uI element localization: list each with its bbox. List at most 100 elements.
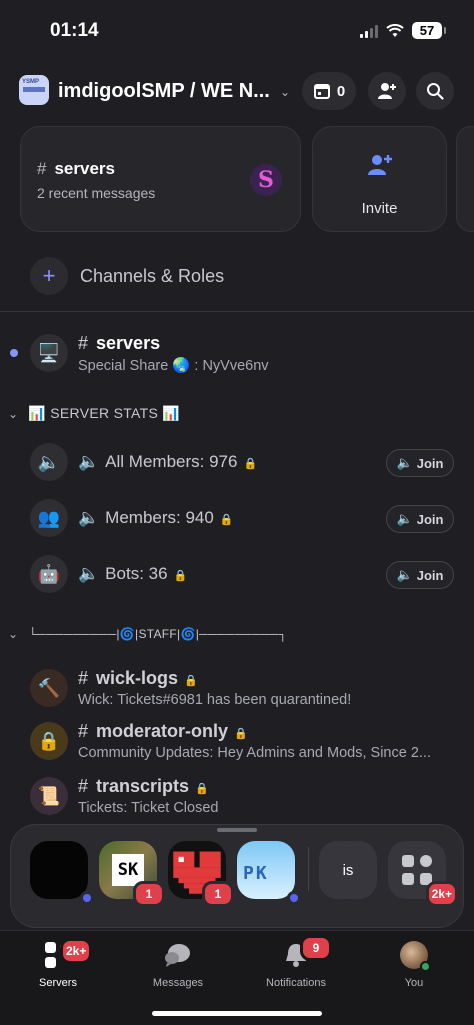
add-user-icon xyxy=(368,155,392,175)
channel-row-transcripts[interactable]: 📜 # transcripts 🔒 Tickets: Ticket Closed xyxy=(0,772,474,822)
server-icon-heart[interactable]: 1 xyxy=(168,841,234,907)
messages-icon xyxy=(165,944,190,967)
plus-icon: + xyxy=(30,257,68,295)
speaker-icon: 🔈 xyxy=(78,508,100,527)
channel-avatar: 🔈 xyxy=(30,443,68,481)
mention-badge: 2k+ xyxy=(60,938,93,964)
invite-label: Invite xyxy=(361,200,398,217)
channel-last-message: Community Updates: Hey Admins and Mods, … xyxy=(78,745,431,761)
lock-icon: 🔒 xyxy=(195,783,209,795)
channel-row-wick-logs[interactable]: 🔨 # wick-logs 🔒 Wick: Tickets#6981 has bee… xyxy=(0,664,474,714)
card-channel-name: servers xyxy=(54,159,115,178)
events-count: 0 xyxy=(336,82,346,100)
wifi-icon xyxy=(386,23,404,37)
tab-notifications[interactable]: 9 Notifications xyxy=(246,935,346,989)
tab-you[interactable]: You xyxy=(364,939,464,989)
channel-avatar: 🔒 xyxy=(30,722,68,760)
channels-roles-label: Channels & Roles xyxy=(80,265,225,286)
mention-badge: 1 xyxy=(133,881,165,907)
unread-indicator xyxy=(287,891,301,905)
search-button[interactable] xyxy=(416,72,454,110)
server-icon-pk[interactable]: PK xyxy=(237,841,301,905)
mention-badge: 9 xyxy=(300,935,332,961)
channel-avatar: 👥 xyxy=(30,499,68,537)
channel-last-message: Wick: Tickets#6981 has been quarantined! xyxy=(78,692,352,708)
server-icon[interactable]: YSMP xyxy=(19,75,49,105)
chevron-down-icon: ⌄ xyxy=(8,406,19,421)
search-icon xyxy=(427,83,444,100)
speaker-icon: 🔈 xyxy=(396,511,413,526)
join-button[interactable]: 🔈 Join xyxy=(386,561,454,589)
hash-icon: # xyxy=(78,721,89,741)
recent-channel-card[interactable]: # servers 2 recent messages S xyxy=(20,126,301,232)
mention-badge: 1 xyxy=(202,881,234,907)
dock-grabber[interactable] xyxy=(217,828,257,832)
online-status-icon xyxy=(420,961,431,972)
avatar: S xyxy=(250,164,282,196)
speaker-icon: 🔈 xyxy=(396,567,413,582)
hash-icon: # xyxy=(78,776,89,796)
server-icon-is[interactable]: is xyxy=(319,841,377,899)
speaker-icon: 🔈 xyxy=(396,455,413,470)
battery-icon: 57 xyxy=(412,22,446,39)
signal-icon xyxy=(360,24,378,38)
chevron-down-icon[interactable]: ⌄ xyxy=(280,85,290,99)
channel-avatar: 🔨 xyxy=(30,669,68,707)
lock-icon: 🔒 xyxy=(219,514,234,526)
server-folder[interactable]: 2k+ xyxy=(388,841,458,907)
card-recent-count: 2 recent messages xyxy=(37,185,156,201)
home-indicator xyxy=(152,1011,322,1016)
invite-card[interactable]: Invite xyxy=(312,126,447,232)
voice-channel-all-members[interactable]: 🔈 🔈 All Members: 976 🔒 🔈 Join xyxy=(0,440,474,484)
status-indicators: 57 xyxy=(360,22,446,39)
server-name[interactable]: imdigoolSMP / WE N... xyxy=(58,80,270,103)
unread-indicator xyxy=(80,891,94,905)
hash-icon: # xyxy=(78,668,89,688)
channel-row-servers[interactable]: 🖥️ # servers Special Share 🌏 : NyVve6nv xyxy=(0,329,474,379)
channel-avatar: 🖥️ xyxy=(30,334,68,372)
status-time: 01:14 xyxy=(50,20,99,41)
next-card[interactable] xyxy=(456,126,474,232)
lock-icon: 🔒 xyxy=(184,675,198,687)
calendar-icon xyxy=(313,84,330,99)
channel-name: servers xyxy=(96,333,161,353)
tab-label: Notifications xyxy=(266,977,326,989)
channel-last-message: Special Share 🌏 : NyVve6nv xyxy=(78,358,269,374)
hash-icon: # xyxy=(78,333,89,353)
tab-servers[interactable]: 2k+ Servers xyxy=(8,938,108,989)
lock-icon: 🔒 xyxy=(234,728,248,740)
voice-channel-members[interactable]: 👥 🔈 Members: 940 🔒 🔈 Join xyxy=(0,496,474,540)
channel-name: transcripts xyxy=(96,776,190,796)
tab-label: You xyxy=(404,977,424,989)
voice-channel-name: Members: 940 xyxy=(105,508,214,527)
channel-row-moderator-only[interactable]: 🔒 # moderator-only 🔒 Community Updates: He… xyxy=(0,717,474,767)
tab-label: Messages xyxy=(152,977,204,989)
avatar xyxy=(400,941,431,972)
join-button[interactable]: 🔈 Join xyxy=(386,449,454,477)
divider xyxy=(0,311,474,312)
category-server-stats[interactable]: ⌄ 📊 SERVER STATS 📊 xyxy=(8,405,180,422)
voice-channel-name: Bots: 36 xyxy=(105,564,168,583)
add-user-icon xyxy=(378,83,396,99)
server-icon-dark[interactable] xyxy=(30,841,94,905)
server-icon-sk[interactable]: SK 1 xyxy=(99,841,165,907)
events-button[interactable]: 0 xyxy=(302,72,356,110)
speaker-icon: 🔈 xyxy=(78,452,100,471)
lock-icon: 🔒 xyxy=(243,458,258,470)
speaker-icon: 🔈 xyxy=(78,564,100,583)
divider xyxy=(308,847,309,891)
channel-name: wick-logs xyxy=(96,668,179,688)
server-dock: SK 1 1 PK is 2k+ xyxy=(10,824,464,928)
channels-roles-button[interactable]: + Channels & Roles xyxy=(30,257,224,295)
lock-icon: 🔒 xyxy=(173,570,188,582)
chevron-down-icon: ⌄ xyxy=(8,627,19,641)
unread-indicator xyxy=(10,349,18,357)
invite-members-button[interactable] xyxy=(368,72,406,110)
join-button[interactable]: 🔈 Join xyxy=(386,505,454,533)
channel-avatar: 🤖 xyxy=(30,555,68,593)
category-staff[interactable]: ⌄ └─────────|🌀|STAFF|🌀|─────────┐ xyxy=(8,627,287,641)
voice-channel-bots[interactable]: 🤖 🔈 Bots: 36 🔒 🔈 Join xyxy=(0,552,474,596)
hash-icon: # xyxy=(37,159,47,178)
tab-messages[interactable]: Messages xyxy=(128,939,228,989)
channel-name: moderator-only xyxy=(96,721,229,741)
